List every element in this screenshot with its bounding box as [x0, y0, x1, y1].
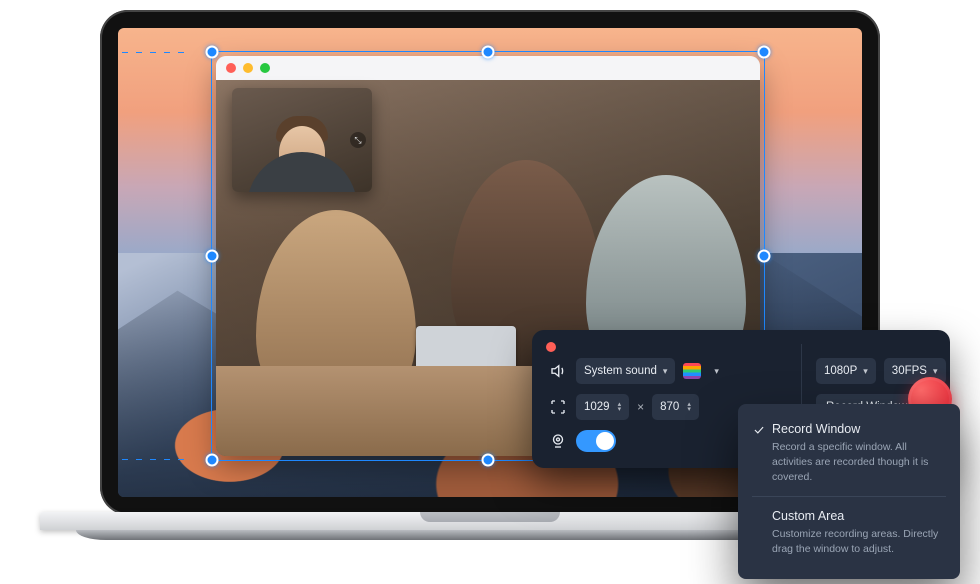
chevron-down-icon: ▾: [933, 366, 938, 377]
fps-value: 30FPS: [892, 365, 927, 377]
resize-handle-ne[interactable]: [758, 46, 771, 59]
traffic-light-close-icon[interactable]: [226, 63, 236, 73]
width-stepper[interactable]: 1029 ▴▾: [576, 394, 629, 420]
toggle-knob: [596, 432, 614, 450]
panel-close-icon[interactable]: [546, 342, 556, 352]
check-icon: [752, 423, 766, 437]
height-stepper[interactable]: 870 ▴▾: [652, 394, 699, 420]
resize-handle-e[interactable]: [758, 250, 771, 263]
record-mode-menu[interactable]: Record Window Record a specific window. …: [738, 404, 960, 579]
menu-item-label: Record Window: [772, 422, 944, 436]
width-value: 1029: [584, 401, 610, 413]
resize-handle-w[interactable]: [206, 250, 219, 263]
resize-handle-nw[interactable]: [206, 46, 219, 59]
traffic-light-zoom-icon[interactable]: [260, 63, 270, 73]
chevron-down-icon: ▾: [863, 366, 868, 377]
webcam-overlay[interactable]: ⤡: [232, 88, 372, 192]
menu-item-description: Customize recording areas. Directly drag…: [772, 527, 944, 557]
move-handle-icon[interactable]: ⤡: [350, 132, 366, 148]
resize-handle-s[interactable]: [482, 454, 495, 467]
resize-handle-sw[interactable]: [206, 454, 219, 467]
audio-source-select[interactable]: System sound ▾: [576, 358, 675, 384]
resolution-value: 1080P: [824, 365, 857, 377]
audio-source-value: System sound: [584, 365, 657, 377]
menu-item-record-window[interactable]: Record Window Record a specific window. …: [752, 416, 946, 496]
webcam-toggle[interactable]: [576, 430, 616, 452]
menu-item-description: Record a specific window. All activities…: [772, 440, 944, 486]
menu-item-label: Custom Area: [772, 509, 944, 523]
webcam-person-illustration: [247, 152, 357, 192]
traffic-light-minimize-icon[interactable]: [243, 63, 253, 73]
audio-level-icon: [683, 363, 701, 379]
chevron-down-icon[interactable]: ▾: [714, 366, 719, 377]
crop-icon: [548, 398, 568, 416]
webcam-icon: [548, 432, 568, 450]
height-value: 870: [660, 401, 679, 413]
dimension-separator: ×: [637, 400, 644, 414]
speaker-icon: [548, 362, 568, 380]
resize-handle-n[interactable]: [482, 46, 495, 59]
chevron-down-icon: ▾: [663, 366, 668, 377]
menu-item-custom-area[interactable]: Custom Area Customize recording areas. D…: [752, 496, 946, 567]
target-window-titlebar[interactable]: [216, 56, 760, 80]
resolution-select[interactable]: 1080P ▾: [816, 358, 876, 384]
